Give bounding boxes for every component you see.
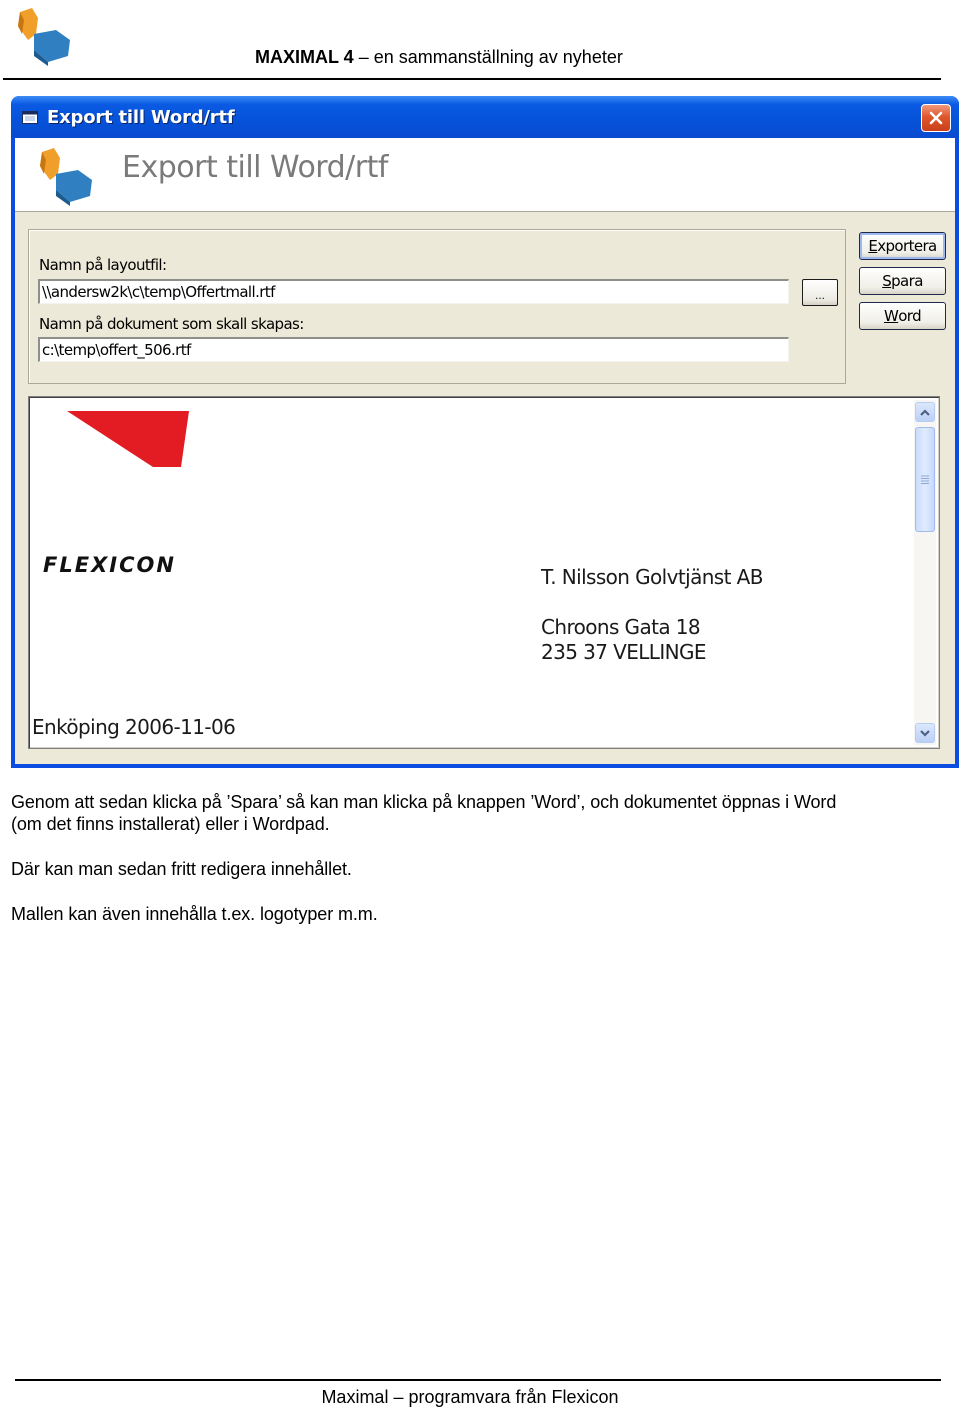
- file-settings-group: Namn på layoutfil: \\andersw2k\c\temp\Of…: [28, 229, 846, 384]
- dialog-client-area: Export till Word/rtf Namn på layoutfil: …: [15, 138, 955, 764]
- place-and-date: Enköping 2006-11-06: [32, 715, 236, 739]
- flexicon-logo: FLEXICON: [43, 411, 189, 577]
- export-mnemonic: E: [868, 237, 878, 255]
- layout-file-label: Namn på layoutfil:: [39, 256, 167, 274]
- paragraph-3: Mallen kan även innehålla t.ex. logotype…: [11, 904, 378, 924]
- word-button[interactable]: Word: [859, 302, 946, 330]
- banner-title: Export till Word/rtf: [122, 150, 388, 185]
- scroll-down-button[interactable]: [915, 723, 935, 743]
- save-label: para: [891, 272, 923, 290]
- export-dialog: Export till Word/rtf Export till Word/rt…: [11, 96, 959, 768]
- paragraph-1-line-2: (om det finns installerat) eller i Wordp…: [11, 814, 330, 834]
- window-icon: [22, 111, 38, 124]
- footer-divider: [15, 1379, 941, 1381]
- paragraph-2: Där kan man sedan fritt redigera innehål…: [11, 859, 352, 879]
- maximal-puzzle-logo-icon: [40, 148, 92, 206]
- close-icon: [929, 111, 943, 125]
- scroll-up-button[interactable]: [915, 402, 935, 422]
- vertical-scrollbar[interactable]: [914, 400, 936, 745]
- page-footer: Maximal – programvara från Flexicon: [321, 1387, 619, 1407]
- dialog-titlebar[interactable]: Export till Word/rtf: [11, 96, 959, 138]
- page-header-title: MAXIMAL 4 – en sammanställning av nyhete…: [255, 47, 623, 68]
- save-mnemonic: S: [882, 272, 892, 290]
- window-title: Export till Word/rtf: [47, 107, 235, 128]
- recipient-company: T. Nilsson Golvtjänst AB: [541, 565, 763, 589]
- word-mnemonic: W: [883, 307, 899, 325]
- document-name-label: Namn på dokument som skall skapas:: [39, 315, 304, 333]
- word-label: ord: [898, 307, 922, 325]
- layout-file-input[interactable]: \\andersw2k\c\temp\Offertmall.rtf: [38, 279, 789, 304]
- close-button[interactable]: [921, 104, 951, 132]
- recipient-city: 235 37 VELLINGE: [541, 640, 707, 664]
- chevron-down-icon: [920, 729, 930, 737]
- product-name: MAXIMAL 4: [255, 47, 354, 67]
- document-name-input[interactable]: c:\temp\offert_506.rtf: [38, 337, 789, 362]
- dialog-banner: Export till Word/rtf: [15, 138, 955, 212]
- paragraph-1-line-1: Genom att sedan klicka på ’Spara’ så kan…: [11, 792, 837, 812]
- browse-button[interactable]: ...: [802, 279, 838, 306]
- grip-icon: [921, 475, 929, 484]
- page-header-subtitle: – en sammanställning av nyheter: [353, 47, 623, 67]
- save-button[interactable]: Spara: [859, 267, 946, 295]
- chevron-up-icon: [920, 408, 930, 416]
- flexicon-logo-text: FLEXICON: [43, 553, 176, 577]
- export-label: xportera: [877, 237, 937, 255]
- document-preview[interactable]: FLEXICON T. Nilsson Golvtjänst AB Chroon…: [28, 396, 940, 749]
- maximal-puzzle-logo-icon: [18, 8, 70, 66]
- export-button[interactable]: Exportera: [859, 232, 946, 260]
- scroll-thumb[interactable]: [915, 427, 935, 532]
- header-divider: [3, 78, 941, 80]
- recipient-street: Chroons Gata 18: [541, 615, 701, 639]
